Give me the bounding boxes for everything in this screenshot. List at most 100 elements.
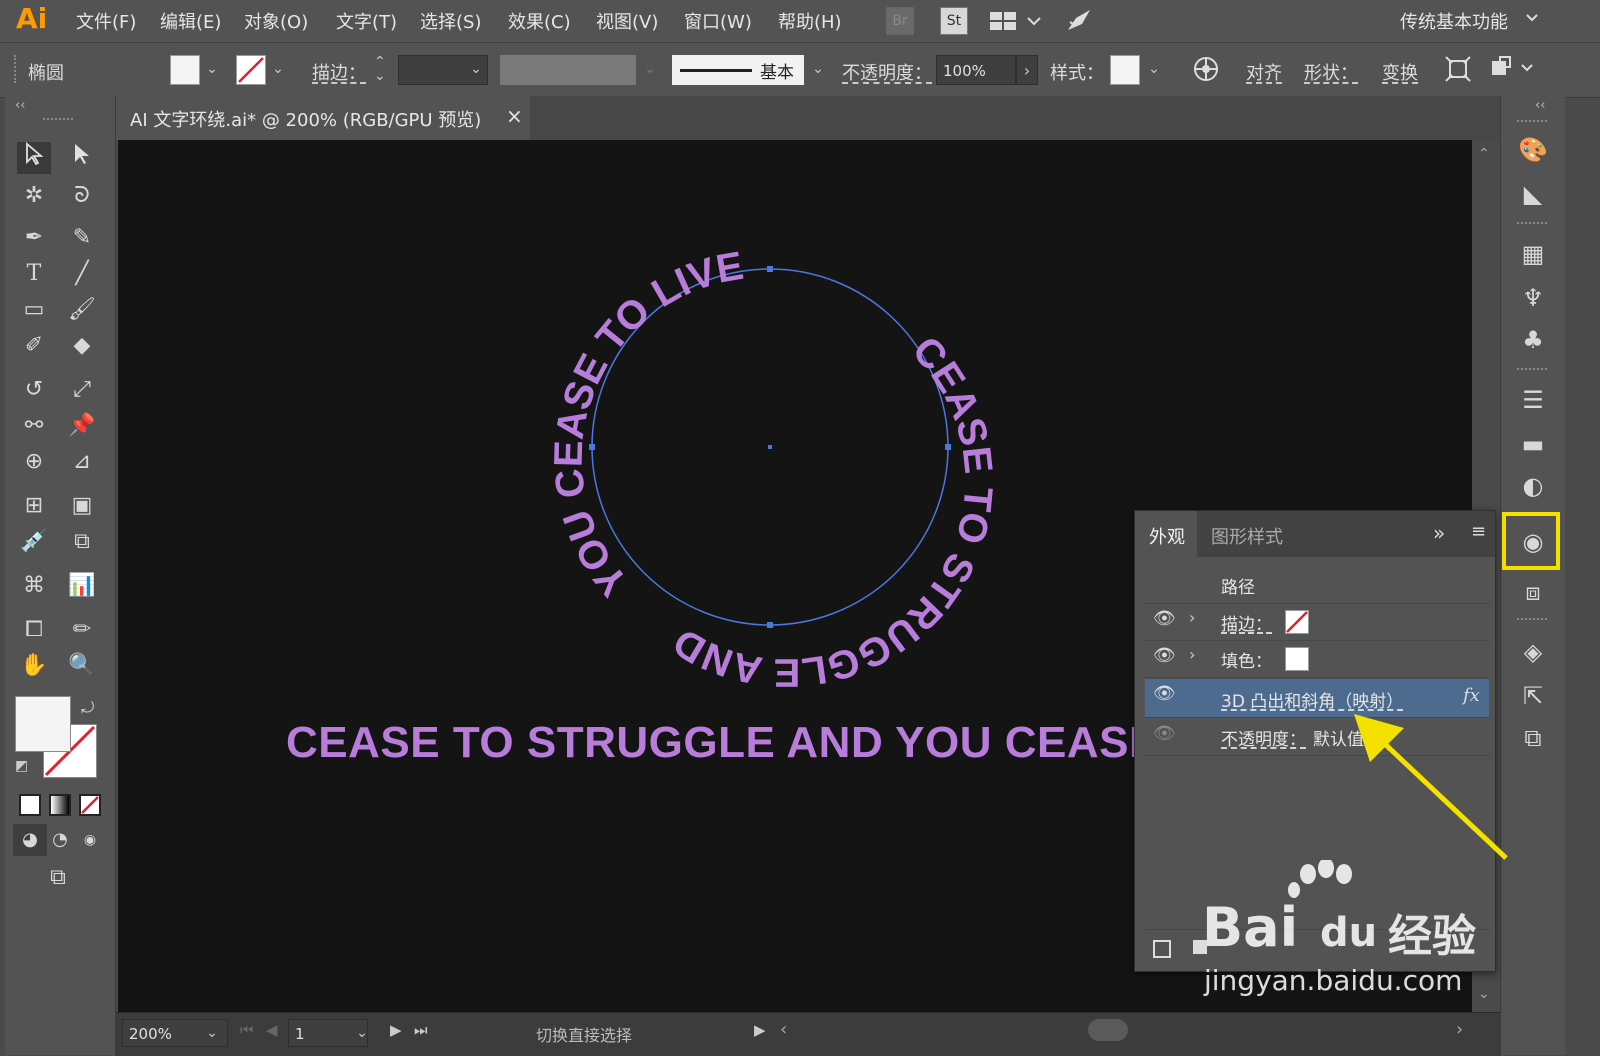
visibility-eye-icon[interactable]: 👁 xyxy=(1153,683,1176,704)
default-fill-stroke-icon[interactable]: ◩ xyxy=(15,758,28,774)
menu-view[interactable]: 视图(V) xyxy=(596,8,658,34)
menu-select[interactable]: 选择(S) xyxy=(420,8,481,34)
menu-window[interactable]: 窗口(W) xyxy=(684,8,752,34)
menu-effect[interactable]: 效果(C) xyxy=(508,8,571,34)
menu-file[interactable]: 文件(F) xyxy=(76,8,136,34)
transparency-icon[interactable]: ◐ xyxy=(1517,470,1549,502)
width-tool[interactable]: ⚯ xyxy=(17,410,51,442)
graphic-style-dropdown[interactable]: ⌄ xyxy=(1144,55,1164,83)
symbols-icon[interactable]: ♣ xyxy=(1517,324,1549,356)
color-guide-icon[interactable]: ◣ xyxy=(1517,178,1549,210)
fill-swatch[interactable] xyxy=(170,55,200,85)
gradient-tool[interactable]: ▣ xyxy=(65,490,99,522)
expand-chevron-icon[interactable]: › xyxy=(1189,608,1195,627)
horizontal-scroll-thumb[interactable] xyxy=(1088,1019,1128,1041)
menu-help[interactable]: 帮助(H) xyxy=(778,8,842,34)
stroke-swatch[interactable] xyxy=(236,55,266,85)
draw-inside-icon[interactable]: ◉ xyxy=(73,824,107,856)
next-artboard-button[interactable]: ▶ xyxy=(390,1021,402,1039)
scroll-right-icon[interactable]: › xyxy=(1456,1019,1463,1040)
close-tab-button[interactable]: × xyxy=(506,104,523,128)
recolor-artwork-icon[interactable] xyxy=(1192,55,1220,88)
lasso-tool[interactable]: ᘐ xyxy=(65,180,99,212)
shape-builder-tool[interactable]: ⊕ xyxy=(17,446,51,478)
asset-export-icon[interactable]: ⇱ xyxy=(1517,680,1549,712)
color-mode-button[interactable] xyxy=(19,794,41,816)
fill-white-swatch[interactable] xyxy=(1285,647,1309,671)
zoom-dropdown[interactable]: ⌄ xyxy=(202,1019,222,1047)
visibility-eye-icon[interactable]: 👁 xyxy=(1153,645,1176,666)
first-artboard-button[interactable]: ⏮ xyxy=(240,1021,254,1039)
stroke-label[interactable]: 描边： xyxy=(312,59,366,85)
puppet-warp-tool[interactable]: 📌 xyxy=(65,410,99,442)
rectangle-tool[interactable]: ▭ xyxy=(17,294,51,326)
visibility-eye-icon[interactable]: 👁 xyxy=(1153,608,1176,629)
menu-object[interactable]: 对象(O) xyxy=(244,8,308,34)
symbol-sprayer-tool[interactable]: ⌘ xyxy=(17,570,51,602)
draw-behind-icon[interactable]: ◔ xyxy=(43,824,77,856)
opacity-row-label[interactable]: 不透明度： xyxy=(1221,725,1306,750)
bridge-button[interactable]: Br xyxy=(886,7,914,35)
transform-link[interactable]: 变换 xyxy=(1382,59,1418,85)
last-artboard-button[interactable]: ⏭ xyxy=(414,1021,428,1039)
previous-artboard-button[interactable]: ◀ xyxy=(266,1021,278,1039)
grip-handle[interactable] xyxy=(43,118,73,124)
gradient-panel-icon[interactable]: ▬ xyxy=(1517,428,1549,460)
swap-fill-stroke-icon[interactable]: ⤾ xyxy=(81,698,94,718)
graphic-styles-icon[interactable]: ⧈ xyxy=(1517,576,1549,608)
mesh-tool[interactable]: ⊞ xyxy=(17,490,51,522)
panel-options-icon[interactable] xyxy=(1490,55,1540,88)
visibility-eye-icon[interactable]: 👁 xyxy=(1153,723,1176,744)
artboard-tool[interactable]: ⧠ xyxy=(17,614,51,646)
stroke-panel-icon[interactable]: ☰ xyxy=(1517,384,1549,416)
grip-handle[interactable] xyxy=(14,55,19,83)
rotate-tool[interactable]: ↺ xyxy=(17,374,51,406)
line-segment-tool[interactable]: ╱ xyxy=(65,258,99,290)
brushes-icon[interactable]: ♆ xyxy=(1517,282,1549,314)
fill-color-box[interactable] xyxy=(15,696,71,752)
hand-tool[interactable]: ✋ xyxy=(17,650,51,682)
variable-width-profile[interactable] xyxy=(500,55,636,85)
menu-type[interactable]: 文字(T) xyxy=(336,8,397,34)
fill-row[interactable]: 👁 › 填色： xyxy=(1145,641,1489,678)
eraser-tool[interactable]: ◆ xyxy=(65,330,99,362)
zoom-tool[interactable]: 🔍 xyxy=(65,650,99,682)
rocket-icon[interactable] xyxy=(1064,6,1094,39)
perspective-grid-tool[interactable]: ⊿ xyxy=(65,446,99,478)
stroke-stepper[interactable]: ⌃ ⌄ xyxy=(374,55,386,83)
fill-dropdown[interactable]: ⌄ xyxy=(202,55,222,83)
workspace-switcher[interactable]: 传统基本功能 xyxy=(1400,8,1508,34)
stroke-row[interactable]: 👁 › 描边： xyxy=(1145,604,1489,641)
align-link[interactable]: 对齐 xyxy=(1246,59,1282,85)
tab-graphic-styles[interactable]: 图形样式 xyxy=(1211,523,1283,549)
curvature-tool[interactable]: ✎ xyxy=(65,222,99,254)
profile-dropdown[interactable]: ⌄ xyxy=(640,55,660,83)
magic-wand-tool[interactable]: ✲ xyxy=(17,180,51,212)
isolate-group-icon[interactable] xyxy=(1444,55,1472,88)
stroke-row-label[interactable]: 描边： xyxy=(1221,610,1272,635)
slice-tool[interactable]: ✏ xyxy=(65,614,99,646)
type-tool[interactable]: T xyxy=(17,258,51,290)
color-palette-icon[interactable]: 🎨 xyxy=(1517,134,1549,166)
stock-button[interactable]: St xyxy=(940,7,968,35)
opacity-input[interactable]: 100% xyxy=(936,55,1016,85)
status-menu-arrow[interactable]: ▶ xyxy=(754,1021,766,1039)
brush-dropdown[interactable]: ⌄ xyxy=(808,55,828,83)
main-text-line[interactable]: CEASE TO STRUGGLE AND YOU CEASE TO xyxy=(286,718,1233,768)
collapse-tools-button[interactable]: ‹‹ xyxy=(15,98,25,113)
panel-menu-button[interactable]: ≡ xyxy=(1471,521,1486,542)
chevron-down-icon[interactable] xyxy=(1524,10,1540,31)
expand-chevron-icon[interactable]: › xyxy=(1189,645,1195,664)
appearance-panel-icon[interactable]: ◉ xyxy=(1517,526,1549,558)
panel-overflow-button[interactable]: » xyxy=(1433,521,1445,545)
screen-mode-icon[interactable]: ⧉ xyxy=(41,862,75,894)
menu-edit[interactable]: 编辑(E) xyxy=(160,8,221,34)
tab-appearance[interactable]: 外观 xyxy=(1149,523,1185,549)
gradient-mode-button[interactable] xyxy=(49,794,71,816)
artboards-panel-icon[interactable]: ⧉ xyxy=(1517,722,1549,754)
arrange-documents-icon[interactable] xyxy=(990,10,1050,37)
selection-tool[interactable] xyxy=(17,142,51,174)
opacity-arrow-button[interactable]: › xyxy=(1016,55,1038,85)
stroke-none-swatch[interactable] xyxy=(1285,610,1309,634)
scroll-up-icon[interactable]: ⌃ xyxy=(1478,146,1490,162)
